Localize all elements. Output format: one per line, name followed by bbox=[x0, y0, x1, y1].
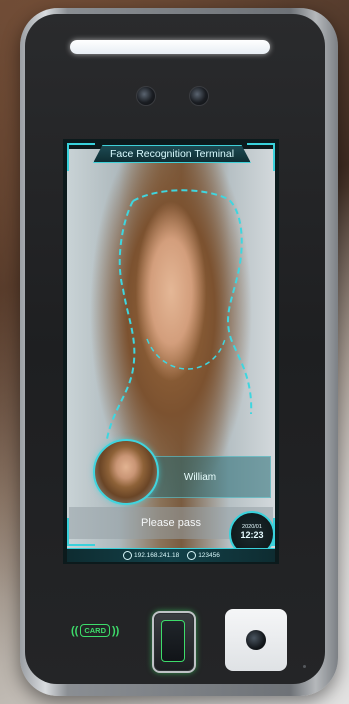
fill-light-bar bbox=[70, 40, 270, 54]
access-status-text: Please pass bbox=[141, 517, 201, 529]
camera-lens-left bbox=[136, 86, 156, 106]
terminal-screen[interactable]: Face Recognition Terminal William Please… bbox=[63, 139, 279, 564]
fingerprint-reader[interactable] bbox=[152, 611, 196, 673]
face-terminal-device: Face Recognition Terminal William Please… bbox=[20, 8, 338, 696]
frame-corner-top-right bbox=[247, 143, 275, 171]
device-id: 123456 bbox=[187, 551, 220, 560]
screen-title: Face Recognition Terminal bbox=[93, 145, 251, 163]
frame-corner-top-left bbox=[67, 143, 95, 171]
nfc-wave-left-icon: (( bbox=[71, 624, 79, 637]
nfc-wave-right-icon: )) bbox=[112, 624, 120, 637]
ip-address: 192.168.241.18 bbox=[123, 551, 179, 560]
ip-address-value: 192.168.241.18 bbox=[134, 552, 180, 560]
device-id-value: 123456 bbox=[198, 552, 220, 560]
face-detection-outline bbox=[106, 189, 253, 440]
matched-user-avatar bbox=[93, 439, 159, 505]
scanner-lens-icon bbox=[246, 630, 266, 650]
card-reader-area[interactable]: (( CARD )) bbox=[71, 624, 119, 637]
device-front-panel: Face Recognition Terminal William Please… bbox=[25, 14, 325, 684]
camera-lens-right bbox=[189, 86, 209, 106]
device-id-icon bbox=[187, 551, 197, 560]
network-status-bar: 192.168.241.18 123456 bbox=[67, 548, 275, 562]
clock-time: 12:23 bbox=[240, 530, 264, 540]
card-reader-label: CARD bbox=[80, 624, 110, 637]
qr-code-scanner[interactable] bbox=[225, 609, 287, 671]
matched-user-name: William bbox=[183, 471, 217, 483]
status-led bbox=[303, 665, 306, 668]
network-icon bbox=[123, 551, 132, 560]
